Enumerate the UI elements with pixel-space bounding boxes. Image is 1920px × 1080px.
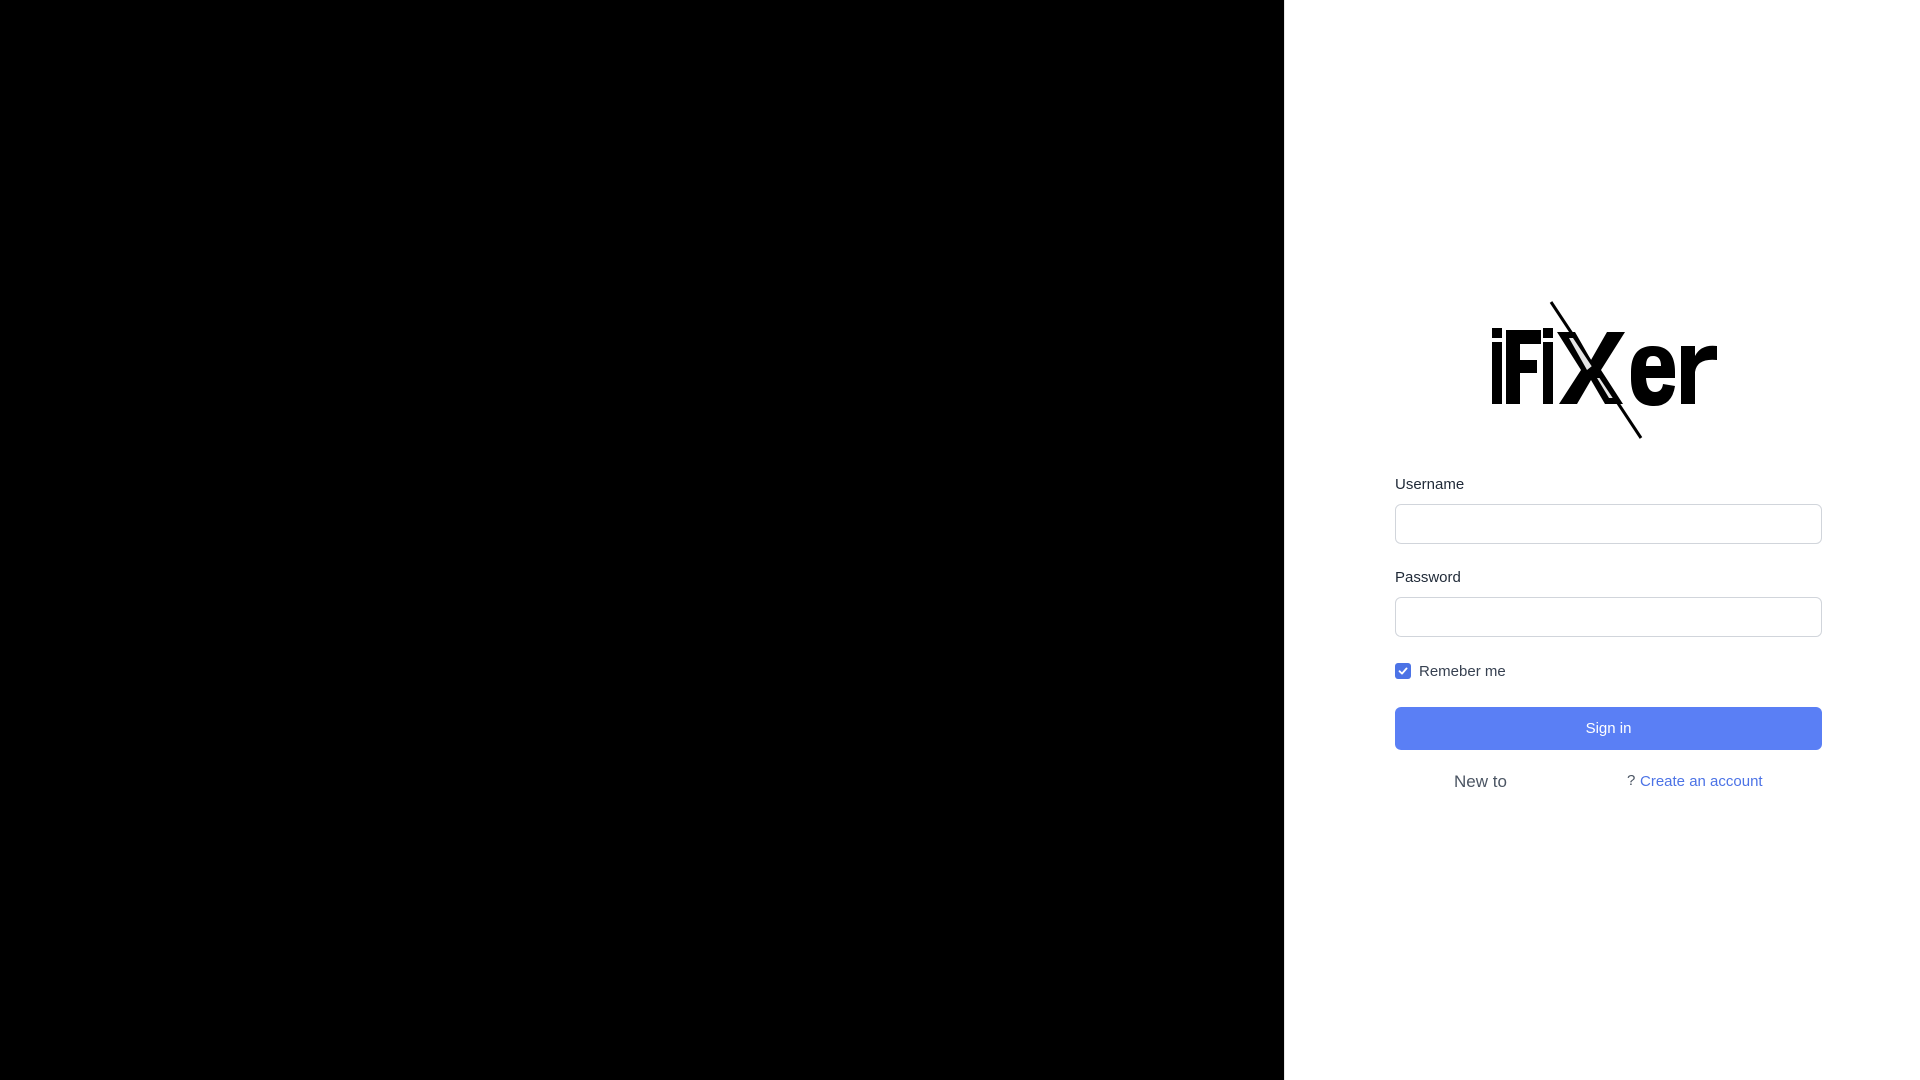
password-input[interactable] (1395, 597, 1822, 637)
remember-me-row: Remeber me (1395, 661, 1822, 681)
create-account-link[interactable]: Create an account (1640, 773, 1763, 790)
new-to-text: New to (1454, 772, 1507, 791)
password-label: Password (1395, 569, 1461, 586)
login-page: Username Password Remeber me Sign in New… (0, 0, 1920, 1080)
username-input[interactable] (1395, 504, 1822, 544)
login-form: Username Password Remeber me Sign in New… (1395, 475, 1822, 796)
ifixer-logo (1491, 300, 1727, 440)
question-mark-text: ? (1627, 772, 1636, 789)
check-icon (1398, 667, 1408, 675)
login-panel: Username Password Remeber me Sign in New… (1284, 0, 1920, 1080)
sign-in-button[interactable]: Sign in (1395, 707, 1822, 750)
signup-prompt: New to ? Create an account (1395, 772, 1822, 796)
hero-panel (0, 0, 1284, 1080)
remember-me-checkbox[interactable] (1395, 663, 1411, 679)
password-group: Password (1395, 568, 1822, 637)
username-group: Username (1395, 475, 1822, 544)
remember-me-label[interactable]: Remeber me (1419, 663, 1506, 680)
username-label: Username (1395, 476, 1465, 493)
